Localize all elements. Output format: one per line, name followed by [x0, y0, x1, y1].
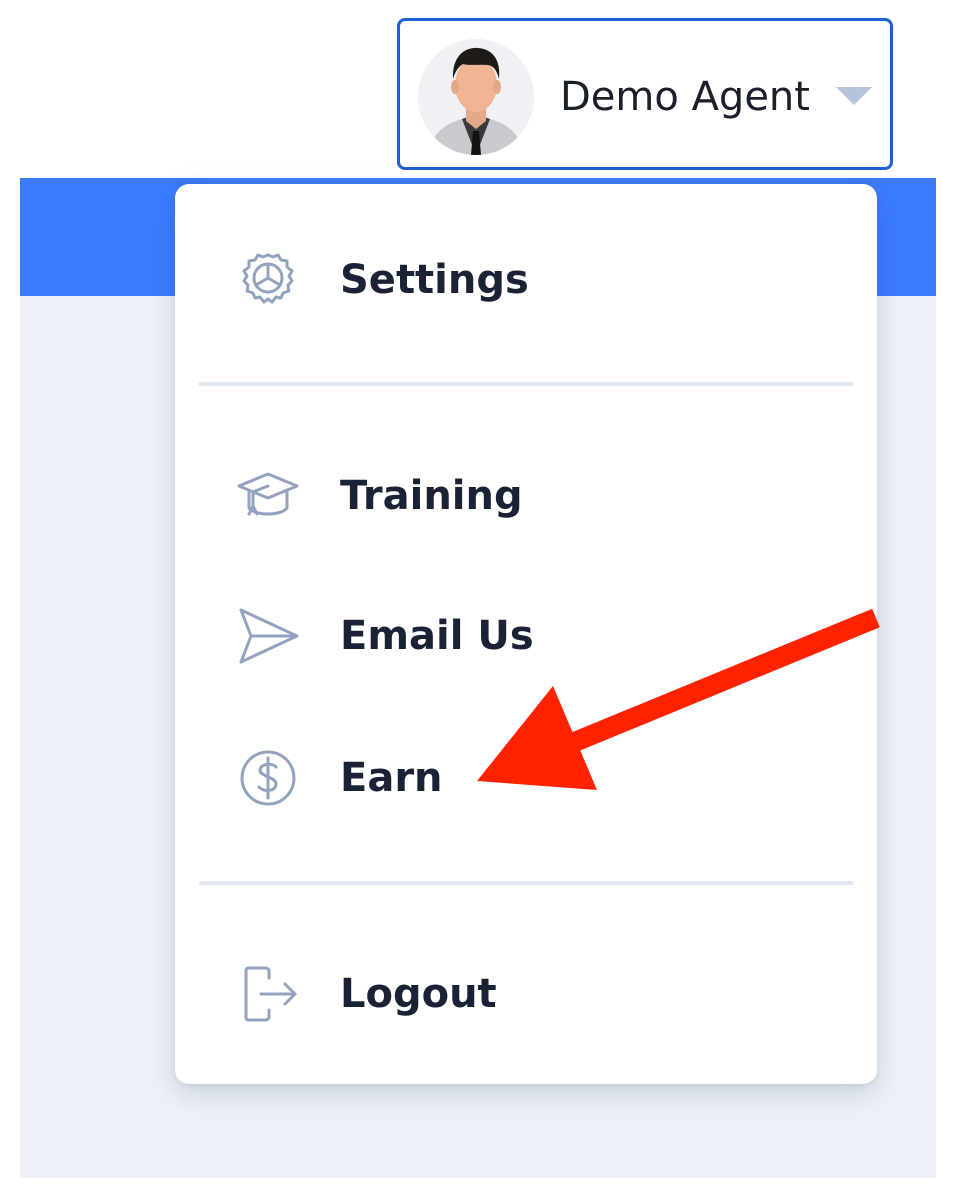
menu-item-label: Training [340, 473, 523, 519]
paper-plane-icon [235, 606, 301, 666]
page: Demo Agent Settings Training Email Us Ea… [0, 0, 962, 1200]
user-menu-toggle[interactable]: Demo Agent [397, 18, 893, 170]
menu-item-settings[interactable]: Settings [175, 230, 877, 330]
graduation-cap-icon [235, 466, 301, 526]
menu-item-label: Email Us [340, 613, 534, 659]
gear-icon [235, 250, 301, 310]
logout-icon [235, 964, 301, 1024]
menu-item-email-us[interactable]: Email Us [175, 586, 877, 686]
menu-item-training[interactable]: Training [175, 446, 877, 546]
menu-item-logout[interactable]: Logout [175, 944, 877, 1044]
menu-item-label: Settings [340, 257, 529, 303]
user-avatar-icon [418, 39, 534, 155]
menu-divider [199, 881, 853, 885]
caret-down-icon [836, 87, 872, 105]
user-name: Demo Agent [560, 74, 810, 120]
menu-divider [199, 382, 853, 386]
user-dropdown-menu: Settings Training Email Us Earn Logout [175, 184, 877, 1084]
dollar-circle-icon [235, 748, 301, 808]
menu-item-label: Logout [340, 971, 497, 1017]
menu-item-earn[interactable]: Earn [175, 728, 877, 828]
menu-item-label: Earn [340, 755, 443, 801]
